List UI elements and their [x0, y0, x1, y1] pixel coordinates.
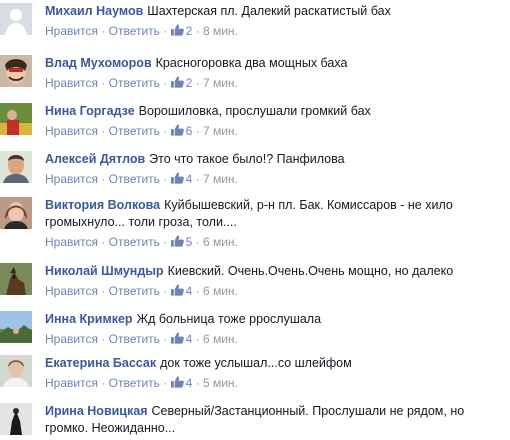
comment-actions: Нравится · Ответить · 4 · 6 мин.: [45, 284, 238, 298]
like-link[interactable]: Нравится: [45, 172, 98, 186]
likes-count[interactable]: 2: [170, 76, 192, 90]
comment-actions: Нравится · Ответить · 4 · 6 мин.: [45, 332, 238, 346]
avatar[interactable]: [0, 151, 32, 183]
avatar[interactable]: [0, 403, 32, 435]
comment-text: Киевский. Очень.Очень.Очень мощно, но да…: [167, 264, 454, 278]
like-link[interactable]: Нравится: [45, 376, 98, 390]
comment-text: Шахтерская пл. Далекий раскатистый бах: [147, 4, 391, 18]
comment-time[interactable]: 7 мин.: [203, 172, 238, 186]
likes-count[interactable]: 6: [170, 124, 192, 138]
comment-author[interactable]: Инна Кримкер: [45, 312, 133, 326]
comment-author[interactable]: Екатерина Бассак: [45, 356, 156, 370]
avatar[interactable]: [0, 355, 32, 387]
likes-count[interactable]: 4: [170, 332, 192, 346]
comment-time[interactable]: 7 мин.: [203, 124, 238, 138]
likes-count[interactable]: 5: [170, 235, 192, 249]
comment-text: Жд больница тоже ррослушала: [136, 312, 322, 326]
reply-link[interactable]: Ответить: [109, 24, 160, 38]
reply-link[interactable]: Ответить: [109, 376, 160, 390]
comment-time[interactable]: 6 мин.: [203, 332, 238, 346]
thumbs-up-icon: [170, 124, 184, 136]
avatar[interactable]: [0, 103, 32, 135]
thumbs-up-icon: [170, 235, 184, 247]
comment-actions: Нравится · Ответить · 2 · 8 мин.: [45, 24, 238, 38]
thumbs-up-icon: [170, 376, 184, 388]
like-link[interactable]: Нравится: [45, 332, 98, 346]
comment-actions: Нравится · Ответить · 4 · 5 мин.: [45, 376, 238, 390]
thumbs-up-icon: [170, 76, 184, 88]
avatar[interactable]: [0, 263, 32, 295]
comment-time[interactable]: 6 мин.: [203, 284, 238, 298]
likes-count[interactable]: 4: [170, 172, 192, 186]
avatar[interactable]: [0, 311, 32, 343]
comment-text: Красногоровка два мощных баха: [155, 56, 348, 70]
thumbs-up-icon: [170, 172, 184, 184]
comment-actions: Нравится · Ответить · 6 · 7 мин.: [45, 124, 238, 138]
reply-link[interactable]: Ответить: [109, 76, 160, 90]
comment-author[interactable]: Алексей Дятлов: [45, 152, 145, 166]
comment-author[interactable]: Виктория Волкова: [45, 198, 160, 212]
like-link[interactable]: Нравится: [45, 235, 98, 249]
thumbs-up-icon: [170, 332, 184, 344]
comment-actions: Нравится · Ответить · 5 · 6 мин.: [45, 235, 238, 249]
like-link[interactable]: Нравится: [45, 284, 98, 298]
comment-author[interactable]: Николай Шмундыр: [45, 264, 164, 278]
likes-count[interactable]: 2: [170, 24, 192, 38]
comment-text: Ворошиловка, прослушали громкий бах: [138, 104, 371, 118]
likes-count[interactable]: 4: [170, 376, 192, 390]
comment-time[interactable]: 6 мин.: [203, 235, 238, 249]
reply-link[interactable]: Ответить: [109, 124, 160, 138]
comment-author[interactable]: Ирина Новицкая: [45, 404, 148, 418]
avatar[interactable]: [0, 3, 32, 35]
avatar[interactable]: [0, 55, 32, 87]
comment-text: Это что такое было!? Панфилова: [149, 152, 345, 166]
reply-link[interactable]: Ответить: [109, 172, 160, 186]
comment-author[interactable]: Михаил Наумов: [45, 4, 143, 18]
comment-time[interactable]: 8 мин.: [203, 24, 238, 38]
comment-author[interactable]: Влад Мухоморов: [45, 56, 152, 70]
comment-time[interactable]: 7 мин.: [203, 76, 238, 90]
thumbs-up-icon: [170, 284, 184, 296]
comment-time[interactable]: 5 мин.: [203, 376, 238, 390]
comment-author[interactable]: Нина Горгадзе: [45, 104, 135, 118]
reply-link[interactable]: Ответить: [109, 332, 160, 346]
comment-actions: Нравится · Ответить · 2 · 7 мин.: [45, 76, 238, 90]
like-link[interactable]: Нравится: [45, 24, 98, 38]
comment-actions: Нравится · Ответить · 4 · 7 мин.: [45, 172, 238, 186]
reply-link[interactable]: Ответить: [109, 284, 160, 298]
comment-text: док тоже услышал...со шлейфом: [160, 356, 352, 370]
comment-list: Михаил Наумов Шахтерская пл. Далекий раск…: [0, 0, 510, 440]
likes-count[interactable]: 4: [170, 284, 192, 298]
thumbs-up-icon: [170, 24, 184, 36]
avatar[interactable]: [0, 197, 32, 229]
like-link[interactable]: Нравится: [45, 124, 98, 138]
reply-link[interactable]: Ответить: [109, 235, 160, 249]
like-link[interactable]: Нравится: [45, 76, 98, 90]
